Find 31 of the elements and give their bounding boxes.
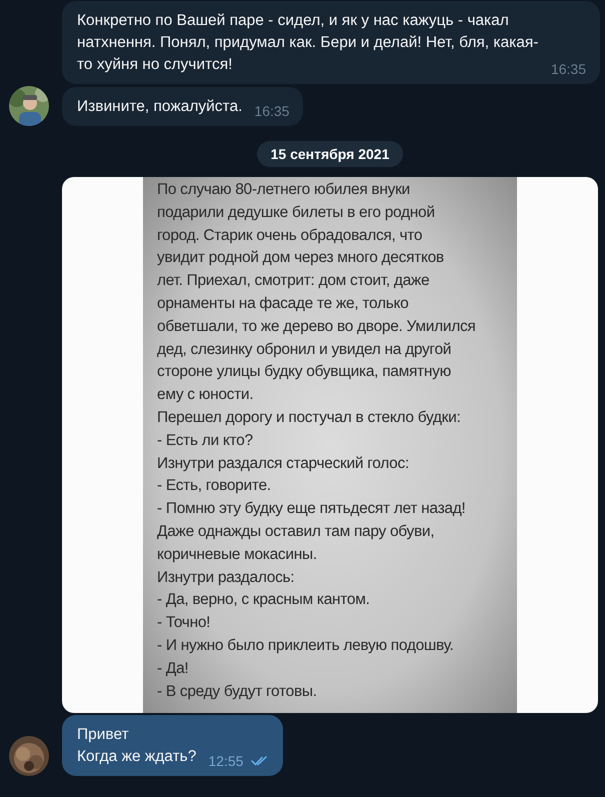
date-badge: 15 сентября 2021 bbox=[256, 141, 404, 167]
document-line: Даже однажды оставил там пару обуви, bbox=[157, 522, 436, 542]
document-line: Перешел дорогу и постучал в стекло будки: bbox=[157, 408, 462, 428]
document-line: - И нужно было приклеить левую подошву. bbox=[157, 636, 455, 656]
document-line: стороне улицы будку обувщика, памятную bbox=[157, 362, 452, 382]
document-line: город. Старик очень обрадовался, что bbox=[157, 226, 424, 246]
document-line: лет. Приехал, смотрит: дом стоит, даже bbox=[157, 271, 430, 292]
document-line: Изнутри раздался старческий голос: bbox=[157, 454, 410, 474]
document-image[interactable] bbox=[62, 177, 598, 713]
document-line: - Точно! bbox=[157, 613, 212, 634]
message-time: 16:35 bbox=[254, 102, 290, 121]
message-text: Конкретно по Вашей паре - сидел, и як у нас кажуць - чакал натхнення. Понял, придумал как. Бери и делай! Нет, бля, какая-то хуйня но случится! bbox=[77, 11, 539, 75]
document-line: орнаменты на фасаде те же, только bbox=[157, 294, 410, 314]
document-line: увидит родной дом через много десятков bbox=[157, 248, 445, 268]
message-text: Привет Когда же ждать? bbox=[77, 725, 196, 767]
message-time: 16:35 bbox=[550, 60, 586, 79]
message-time: 12:55 bbox=[208, 752, 244, 771]
document-line: ему с юности. bbox=[157, 385, 254, 406]
document-line: - Есть ли кто? bbox=[157, 430, 254, 451]
message-text: Извините, пожалуйста. bbox=[77, 97, 242, 117]
document-line: коричневые мокасины. bbox=[157, 544, 318, 565]
document-line: обветшали, то же дерево во дворе. Умилился bbox=[157, 316, 476, 337]
document-line: дед, слезинку обронил и увидел на другой bbox=[157, 340, 452, 360]
document-line: подарили дедушке билеты в его родной bbox=[157, 202, 436, 223]
document-line: По случаю 80-летнего юбилея внуки bbox=[157, 180, 411, 200]
document-line: - В среду будут готовы. bbox=[157, 682, 318, 702]
document-line: - Да, верно, с красным кантом. bbox=[157, 590, 371, 610]
document-line: - Есть, говорите. bbox=[157, 476, 272, 496]
document-line: Изнутри раздалось: bbox=[157, 568, 296, 588]
document-line: - Да! bbox=[157, 658, 190, 679]
document-line: - Помню эту будку еще пятьдесят лет назад! bbox=[157, 499, 466, 520]
